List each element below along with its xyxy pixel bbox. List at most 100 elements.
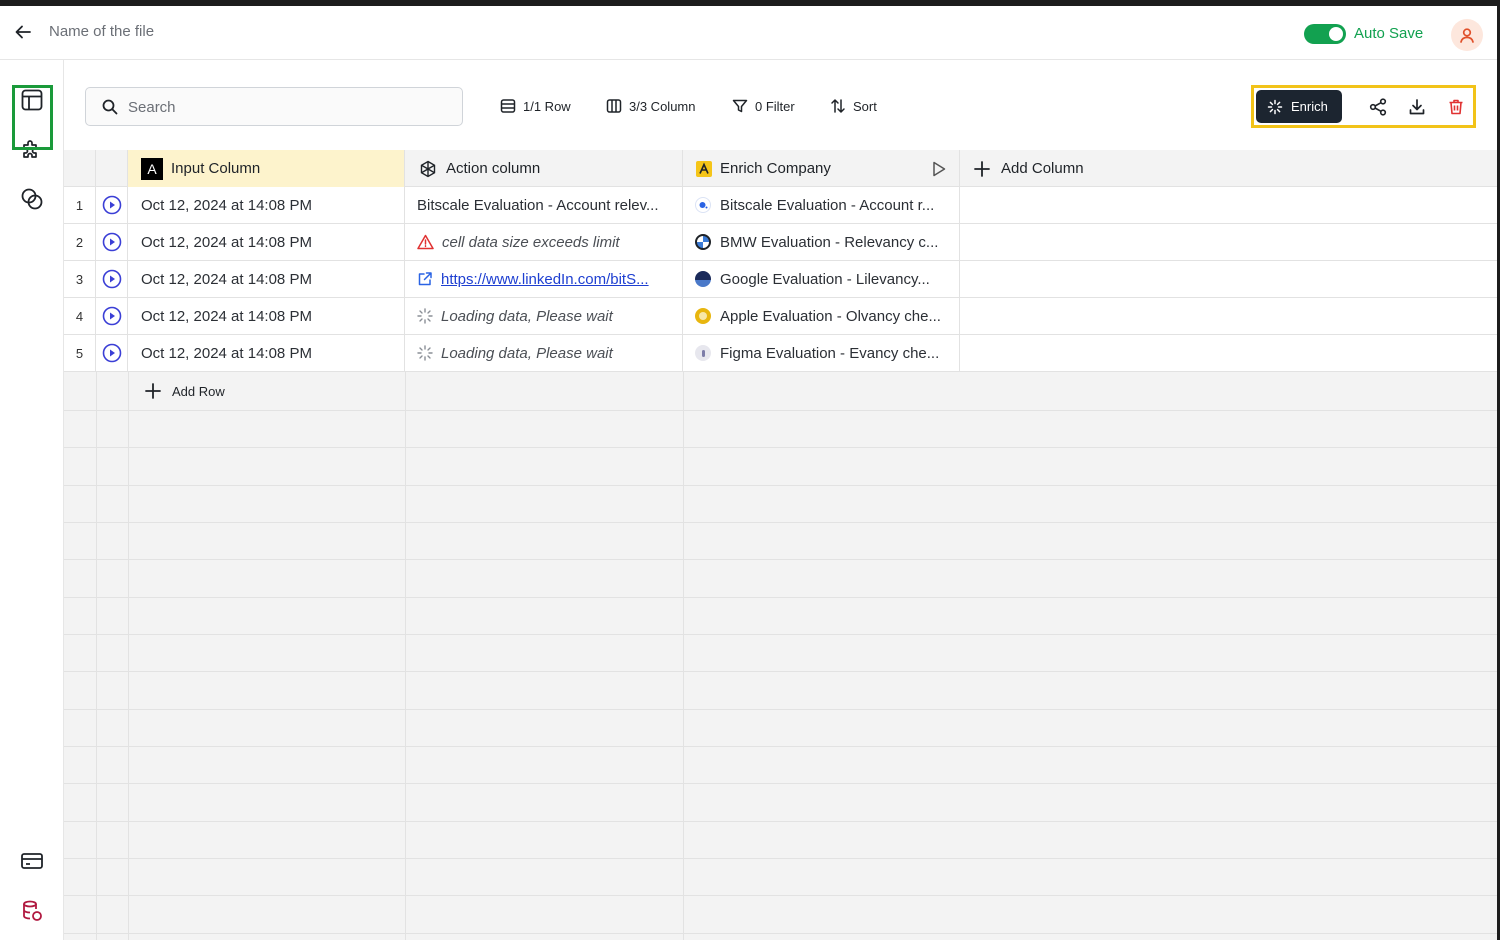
rows-button[interactable]: 1/1 Row — [500, 96, 571, 116]
search-input[interactable] — [128, 96, 448, 118]
columns-button[interactable]: 3/3 Column — [606, 96, 695, 116]
download-icon[interactable] — [1406, 96, 1428, 118]
sparkle-icon — [1267, 99, 1283, 114]
enrich-cell[interactable]: BMW Evaluation - Relevancy c... — [683, 224, 960, 261]
apollo-icon — [696, 160, 712, 177]
share-icon[interactable] — [1367, 96, 1389, 118]
run-row-icon[interactable] — [96, 187, 128, 224]
file-name[interactable]: Name of the file — [49, 23, 154, 40]
empty-cell[interactable] — [960, 224, 1497, 261]
sidebar-highlight-box — [12, 85, 53, 150]
google-logo-icon — [695, 271, 711, 287]
column-title: Action column — [446, 160, 541, 177]
action-cell[interactable]: cell data size exceeds limit — [405, 224, 683, 261]
enrich-cell[interactable]: Bitscale Evaluation - Account r... — [683, 187, 960, 224]
circles-icon[interactable] — [19, 186, 45, 212]
empty-cell[interactable] — [960, 298, 1497, 335]
bmw-logo-icon — [695, 234, 711, 250]
row-number: 5 — [64, 335, 96, 372]
action-cell[interactable]: Bitscale Evaluation - Account relev... — [405, 187, 683, 224]
filter-button[interactable]: 0 Filter — [732, 96, 795, 116]
enrich-button[interactable]: Enrich — [1256, 90, 1342, 123]
add-row-button[interactable]: Add Row — [144, 382, 225, 400]
input-cell[interactable]: Oct 12, 2024 at 14:08 PM — [128, 261, 405, 298]
column-header-row: A Input Column Action column Enrich Comp… — [64, 150, 1497, 187]
enrich-cell[interactable]: Google Evaluation - Lilevancy... — [683, 261, 960, 298]
enrich-text: Apple Evaluation - Olvancy che... — [720, 307, 941, 325]
empty-cell[interactable] — [960, 261, 1497, 298]
action-cell[interactable]: https://www.linkedIn.com/bitS... — [405, 261, 683, 298]
linkedin-link[interactable]: https://www.linkedIn.com/bitS... — [441, 271, 649, 288]
column-header-enrich[interactable]: Enrich Company — [683, 150, 960, 187]
sort-icon — [831, 99, 845, 113]
grid-line — [64, 933, 1497, 934]
add-row-label: Add Row — [172, 383, 225, 399]
grid-line — [64, 597, 1497, 598]
error-text: cell data size exceeds limit — [442, 233, 620, 251]
empty-cell[interactable] — [960, 335, 1497, 372]
enrich-cell[interactable]: Figma Evaluation - Evancy che... — [683, 335, 960, 372]
empty-cell[interactable] — [960, 187, 1497, 224]
table-toolbar: 1/1 Row 3/3 Column 0 Filter Sort Enrich — [64, 60, 1497, 150]
user-icon — [1460, 28, 1474, 43]
enrich-text: Figma Evaluation - Evancy che... — [720, 344, 940, 362]
back-arrow-icon[interactable] — [12, 21, 34, 43]
grid-line — [64, 709, 1497, 710]
loading-text: Loading data, Please wait — [441, 344, 613, 362]
run-row-icon[interactable] — [96, 261, 128, 298]
enrich-cell[interactable]: Apple Evaluation - Olvancy che... — [683, 298, 960, 335]
run-row-icon[interactable] — [96, 224, 128, 261]
input-cell[interactable]: Oct 12, 2024 at 14:08 PM — [128, 224, 405, 261]
sort-button[interactable]: Sort — [830, 96, 877, 116]
sidebar — [0, 60, 64, 940]
enrich-label: Enrich — [1291, 99, 1328, 114]
column-title: Enrich Company — [720, 160, 831, 177]
add-column-button[interactable]: Add Column — [960, 150, 1497, 187]
loading-text: Loading data, Please wait — [441, 307, 613, 325]
warning-icon — [417, 234, 434, 250]
loading-spinner-icon — [417, 345, 433, 361]
loading-spinner-icon — [417, 308, 433, 324]
openai-icon — [420, 160, 436, 177]
corner-cell — [64, 150, 96, 187]
plus-icon — [145, 383, 161, 399]
search-icon — [102, 99, 118, 115]
row-number: 1 — [64, 187, 96, 224]
grid-line — [64, 783, 1497, 784]
run-row-icon[interactable] — [96, 335, 128, 372]
run-column-icon[interactable] — [932, 161, 946, 177]
user-avatar[interactable] — [1451, 19, 1483, 51]
search-box — [85, 87, 463, 126]
apple-logo-icon — [695, 308, 711, 324]
row-number: 4 — [64, 298, 96, 335]
autosave-label: Auto Save — [1354, 25, 1424, 42]
columns-label: 3/3 Column — [629, 98, 696, 114]
input-cell[interactable]: Oct 12, 2024 at 14:08 PM — [128, 335, 405, 372]
rows-icon — [500, 99, 516, 113]
column-header-input[interactable]: A Input Column — [128, 150, 405, 187]
input-cell[interactable]: Oct 12, 2024 at 14:08 PM — [128, 187, 405, 224]
input-cell[interactable]: Oct 12, 2024 at 14:08 PM — [128, 298, 405, 335]
run-row-icon[interactable] — [96, 298, 128, 335]
action-cell[interactable]: Loading data, Please wait — [405, 298, 683, 335]
external-link-icon — [418, 272, 432, 286]
database-icon[interactable] — [19, 898, 45, 924]
action-cell[interactable]: Loading data, Please wait — [405, 335, 683, 372]
grid-line — [64, 485, 1497, 486]
corner-cell — [96, 150, 128, 187]
column-header-action[interactable]: Action column — [405, 150, 683, 187]
filter-label: 0 Filter — [755, 98, 795, 114]
grid-line — [64, 559, 1497, 560]
sort-label: Sort — [853, 98, 877, 114]
app-header: Name of the file Auto Save — [0, 6, 1497, 60]
grid-line — [64, 671, 1497, 672]
delete-icon[interactable] — [1445, 96, 1467, 118]
grid-line — [64, 634, 1497, 635]
enrich-text: BMW Evaluation - Relevancy c... — [720, 233, 939, 251]
column-title: Input Column — [171, 160, 261, 177]
filter-icon — [732, 99, 748, 113]
credit-card-icon[interactable] — [19, 848, 45, 874]
autosave-toggle[interactable] — [1304, 24, 1346, 44]
grid-line — [64, 410, 1497, 411]
grid-line — [64, 522, 1497, 523]
